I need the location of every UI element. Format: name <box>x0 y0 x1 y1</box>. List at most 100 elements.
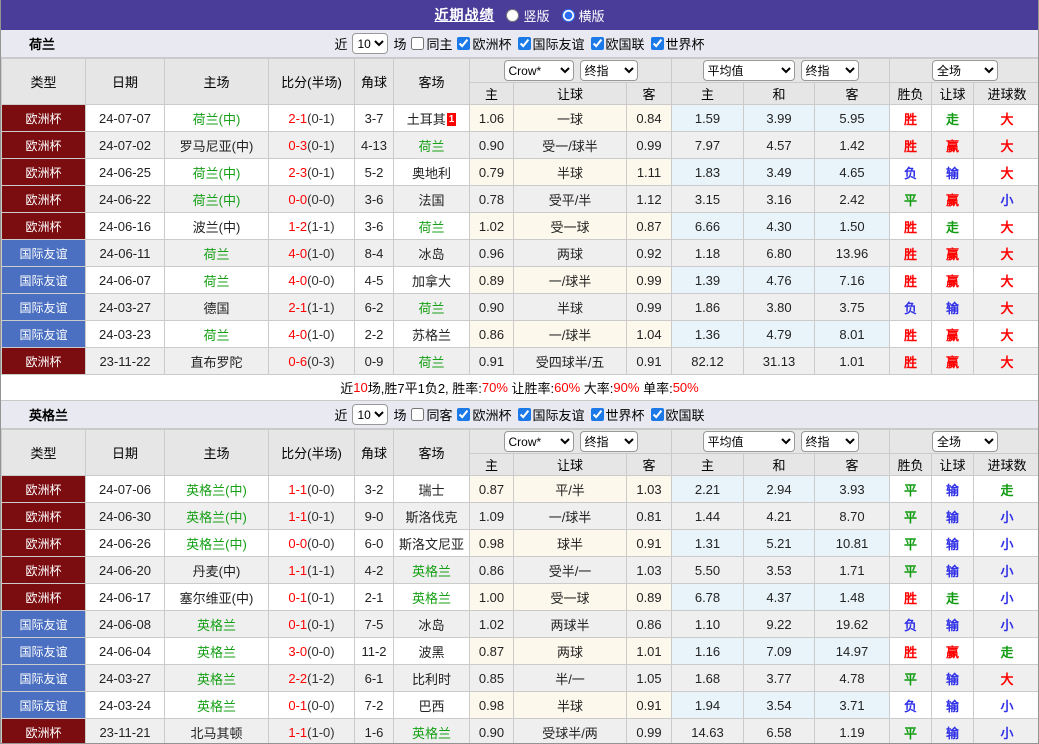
league-filter[interactable]: 世界杯 <box>650 34 705 53</box>
match-count-select[interactable]: 10 <box>352 404 389 425</box>
match-date: 23-11-21 <box>85 718 165 743</box>
result-winloss: 胜 <box>889 583 933 611</box>
odds-home: 1.02 <box>469 212 514 240</box>
odds-away: 0.89 <box>626 583 672 611</box>
col-result-handicap: 让球 <box>931 82 975 105</box>
average-select[interactable]: 平均值 <box>702 60 795 81</box>
league-checkbox[interactable] <box>590 408 604 421</box>
games-label: 场 <box>393 408 407 423</box>
average-select[interactable]: 平均值 <box>702 431 795 452</box>
match-date: 24-06-26 <box>85 529 165 557</box>
avg-away: 13.96 <box>813 239 891 267</box>
score-cell: 0-0(0-0) <box>268 185 355 213</box>
bookmaker-index-select[interactable]: 终指 <box>579 60 638 81</box>
odds-away: 0.81 <box>626 502 672 530</box>
result-handicap: 输 <box>931 158 975 186</box>
average-index-select[interactable]: 终指 <box>800 60 859 81</box>
col-handicap: 让球 <box>513 453 627 476</box>
away-team: 苏格兰 <box>411 327 451 343</box>
odds-home: 1.09 <box>469 502 514 530</box>
summary-text: 90% <box>613 380 640 395</box>
avg-home: 1.16 <box>671 637 744 665</box>
league-checkbox[interactable] <box>457 408 471 421</box>
league-checkbox[interactable] <box>650 37 664 50</box>
odds-home: 0.90 <box>469 718 514 743</box>
result-handicap: 输 <box>931 475 975 503</box>
same-venue-filter[interactable]: 同主 <box>411 34 452 53</box>
bookmaker-index-select[interactable]: 终指 <box>579 431 638 452</box>
score-halftime: (0-3) <box>307 353 335 369</box>
corner-score: 5-2 <box>354 158 394 186</box>
layout-option-vertical[interactable]: 竖版 <box>506 6 550 25</box>
handicap-line: 两球 <box>513 637 627 665</box>
odds-away: 0.91 <box>626 347 672 375</box>
score-cell: 2-1(0-1) <box>268 104 355 132</box>
horizontal-layout-radio[interactable] <box>561 8 575 22</box>
col-odds-home: 主 <box>469 453 514 476</box>
league-filter[interactable]: 欧国联 <box>650 405 705 424</box>
same-venue-checkbox[interactable] <box>411 408 425 421</box>
score-fulltime: 2-1 <box>288 299 308 315</box>
home-team: 英格兰 <box>164 691 269 719</box>
match-date: 24-06-08 <box>85 610 165 638</box>
scope-select[interactable]: 全场 <box>932 60 999 81</box>
league-filter[interactable]: 欧洲杯 <box>457 34 512 53</box>
league-checkbox[interactable] <box>517 37 531 50</box>
type-badge: 国际友谊 <box>1 637 86 665</box>
league-checkbox[interactable] <box>650 408 664 421</box>
score-cell: 0-0(0-0) <box>268 529 355 557</box>
result-winloss: 胜 <box>889 320 933 348</box>
corner-score: 3-7 <box>354 104 394 132</box>
avg-home: 1.31 <box>671 529 744 557</box>
away-team: 斯洛伐克 <box>405 509 458 525</box>
score-halftime: (1-2) <box>307 670 335 686</box>
league-checkbox[interactable] <box>517 408 531 421</box>
league-filter[interactable]: 欧国联 <box>590 34 645 53</box>
league-checkbox[interactable] <box>590 37 604 50</box>
league-filter[interactable]: 欧洲杯 <box>457 405 512 424</box>
corner-score: 6-2 <box>354 293 394 321</box>
team-section-england: 英格兰 近 10 场 同客 欧洲杯 国际友谊 世界杯 欧国联 类型 日期 主场 … <box>1 401 1038 743</box>
average-index-select[interactable]: 终指 <box>800 431 859 452</box>
score-cell: 1-1(0-1) <box>268 502 355 530</box>
bookmaker-select[interactable]: Crow* <box>503 431 574 452</box>
vertical-layout-radio[interactable] <box>506 8 520 22</box>
league-filter[interactable]: 国际友谊 <box>517 34 585 53</box>
same-venue-checkbox[interactable] <box>411 37 425 50</box>
layout-option-horizontal[interactable]: 横版 <box>561 6 605 25</box>
summary-text: 场,胜7平1负2, 胜率: <box>367 381 482 396</box>
type-badge: 欧洲杯 <box>1 718 86 743</box>
corner-score: 2-1 <box>354 583 394 611</box>
match-count-select[interactable]: 10 <box>352 33 389 54</box>
average-select-cell: 平均值 终指 <box>670 58 891 83</box>
result-goals: 小 <box>973 529 1038 557</box>
match-date: 24-06-11 <box>85 239 165 267</box>
match-date: 24-03-27 <box>85 293 165 321</box>
result-goals: 大 <box>973 320 1038 348</box>
handicap-line: 受半/一 <box>513 556 627 584</box>
bookmaker-select[interactable]: Crow* <box>503 60 574 81</box>
corner-score: 4-2 <box>354 556 394 584</box>
match-row: 欧洲杯 24-06-25 荷兰(中) 2-3(0-1) 5-2 奥地利 0.79… <box>1 158 1038 186</box>
scope-select[interactable]: 全场 <box>932 431 999 452</box>
handicap-line: 半/一 <box>513 664 627 692</box>
near-label: 近 <box>334 37 348 52</box>
league-checkbox[interactable] <box>457 37 471 50</box>
result-winloss: 负 <box>889 691 933 719</box>
league-filter[interactable]: 世界杯 <box>590 405 645 424</box>
corner-score: 11-2 <box>354 637 394 665</box>
league-filter[interactable]: 国际友谊 <box>517 405 585 424</box>
avg-draw: 4.37 <box>743 583 815 611</box>
match-row: 国际友谊 24-06-08 英格兰 0-1(0-1) 7-5 冰岛 1.02 两… <box>1 610 1038 638</box>
score-fulltime: 4-0 <box>288 326 308 342</box>
result-handicap: 输 <box>931 293 975 321</box>
away-team: 荷兰 <box>418 300 445 316</box>
bookmaker-select-cell: Crow* 终指 <box>469 58 672 83</box>
match-row: 欧洲杯 24-07-06 英格兰(中) 1-1(0-0) 3-2 瑞士 0.87… <box>1 475 1038 503</box>
away-cell: 法国 <box>393 185 470 213</box>
avg-draw: 3.77 <box>743 664 815 692</box>
avg-draw: 4.76 <box>743 266 815 294</box>
result-goals: 小 <box>973 718 1038 743</box>
same-venue-filter[interactable]: 同客 <box>411 405 452 424</box>
match-row: 国际友谊 24-03-27 德国 2-1(1-1) 6-2 荷兰 0.90 半球… <box>1 293 1038 321</box>
